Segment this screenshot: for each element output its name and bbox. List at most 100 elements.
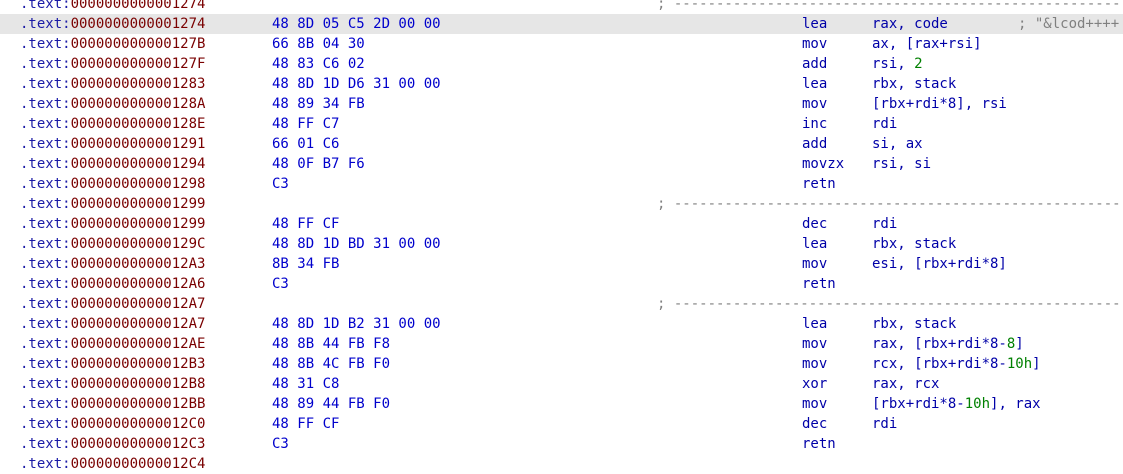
address[interactable]: .text:00000000000012BB (20, 394, 205, 414)
listing-row[interactable]: .text:0000000000001298 C3 retn (0, 174, 1123, 194)
address-offset: 000000000000127B (70, 36, 206, 52)
address[interactable]: .text:0000000000001291 (20, 134, 205, 154)
instruction-operands[interactable]: esi, [rbx+rdi*8] (872, 254, 1007, 274)
address[interactable]: .text:0000000000001299 (20, 194, 205, 214)
instruction-mnemonic[interactable]: lea (802, 314, 827, 334)
instruction-mnemonic[interactable]: mov (802, 34, 827, 54)
instruction-mnemonic[interactable]: lea (802, 14, 827, 34)
instruction-mnemonic[interactable]: lea (802, 234, 827, 254)
instruction-operands[interactable]: si, ax (872, 134, 923, 154)
instruction-mnemonic[interactable]: mov (802, 94, 827, 114)
instruction-mnemonic[interactable]: inc (802, 114, 827, 134)
address[interactable]: .text:000000000000127B (20, 34, 205, 54)
instruction-mnemonic[interactable]: mov (802, 354, 827, 374)
instruction-operands[interactable]: rbx, stack (872, 234, 956, 254)
address[interactable]: .text:00000000000012B3 (20, 354, 205, 374)
address[interactable]: .text:0000000000001299 (20, 214, 205, 234)
address[interactable]: .text:0000000000001294 (20, 154, 205, 174)
instruction-operands[interactable]: [rbx+rdi*8], rsi (872, 94, 1007, 114)
instruction-operands[interactable]: [rbx+rdi*8-10h], rax (872, 394, 1041, 414)
segment-name: .text: (20, 376, 71, 392)
address[interactable]: .text:0000000000001298 (20, 174, 205, 194)
operand-text: rsi, si (872, 156, 932, 172)
segment-name: .text: (20, 196, 71, 212)
listing-row[interactable]: .text:00000000000012A6 C3 retn (0, 274, 1123, 294)
instruction-operands[interactable]: rdi (872, 414, 897, 434)
listing-row[interactable]: .text:00000000000012C0 48 FF CF dec rdi (0, 414, 1123, 434)
listing-row[interactable]: .text:0000000000001274 48 8D 05 C5 2D 00 … (0, 14, 1123, 34)
instruction-mnemonic[interactable]: add (802, 54, 827, 74)
operand-text: ] (1032, 356, 1041, 372)
address[interactable]: .text:00000000000012A7 (20, 314, 205, 334)
instruction-mnemonic[interactable]: dec (802, 414, 827, 434)
opcode-bytes: 48 8D 1D B2 31 00 00 (272, 316, 441, 332)
address[interactable]: .text:00000000000012B8 (20, 374, 205, 394)
listing-row[interactable]: .text:00000000000012B3 48 8B 4C FB F0 mov r… (0, 354, 1123, 374)
address[interactable]: .text:000000000000128A (20, 94, 205, 114)
address[interactable]: .text:00000000000012A6 (20, 274, 205, 294)
instruction-operands[interactable]: rdi (872, 114, 897, 134)
instruction-operands[interactable]: rsi, 2 (872, 54, 923, 74)
listing-row[interactable]: .text:000000000000127B 66 8B 04 30 mov ax, … (0, 34, 1123, 54)
instruction-mnemonic[interactable]: mov (802, 254, 827, 274)
separator-line: ; --------------------------------------… (657, 0, 1123, 12)
instruction-operands[interactable]: rax, rcx (872, 374, 939, 394)
address-offset: 00000000000012A7 (70, 296, 206, 312)
listing-row[interactable]: .text:0000000000001294 48 0F B7 F6 movzx rs… (0, 154, 1123, 174)
listing-row[interactable]: .text:0000000000001283 48 8D 1D D6 31 00 … (0, 74, 1123, 94)
listing-row[interactable]: .text:00000000000012A7 48 8D 1D B2 31 00 … (0, 314, 1123, 334)
listing-row[interactable]: .text:00000000000012C4 (0, 454, 1123, 474)
operand-text: rbx, stack (872, 316, 957, 332)
address[interactable]: .text:0000000000001283 (20, 74, 205, 94)
operand-text: [rbx+rdi*8- (872, 396, 965, 412)
instruction-mnemonic[interactable]: retn (802, 274, 836, 294)
instruction-operands[interactable]: rbx, stack (872, 314, 956, 334)
listing-row[interactable]: .text:0000000000001274 ; ----------------… (0, 0, 1123, 14)
address[interactable]: .text:00000000000012A3 (20, 254, 205, 274)
instruction-mnemonic[interactable]: mov (802, 394, 827, 414)
instruction-operands[interactable]: rdi (872, 214, 897, 234)
instruction-mnemonic[interactable]: movzx (802, 154, 844, 174)
instruction-operands[interactable]: rax, code (872, 14, 948, 34)
address[interactable]: .text:00000000000012C4 (20, 454, 205, 474)
address[interactable]: .text:0000000000001274 (20, 0, 205, 14)
listing-row[interactable]: .text:00000000000012AE 48 8B 44 FB F8 mov r… (0, 334, 1123, 354)
instruction-mnemonic[interactable]: xor (802, 374, 827, 394)
instruction-operands[interactable]: rbx, stack (872, 74, 956, 94)
listing-row[interactable]: .text:0000000000001299 48 FF CF dec rdi (0, 214, 1123, 234)
address[interactable]: .text:00000000000012C3 (20, 434, 205, 454)
instruction-operands[interactable]: rax, [rbx+rdi*8-8] (872, 334, 1024, 354)
instruction-mnemonic[interactable]: add (802, 134, 827, 154)
listing-row[interactable]: .text:000000000000128E 48 FF C7 inc rdi (0, 114, 1123, 134)
listing-row[interactable]: .text:00000000000012A3 8B 34 FB mov esi, [r… (0, 254, 1123, 274)
address[interactable]: .text:000000000000127F (20, 54, 205, 74)
listing-row[interactable]: .text:000000000000128A 48 89 34 FB mov [rbx… (0, 94, 1123, 114)
instruction-operands[interactable]: rsi, si (872, 154, 931, 174)
address[interactable]: .text:00000000000012A7 (20, 294, 205, 314)
operand-text: rcx, [rbx+rdi*8- (872, 356, 1007, 372)
instruction-mnemonic[interactable]: retn (802, 174, 836, 194)
opcode-bytes: C3 (272, 436, 289, 452)
listing-row[interactable]: .text:00000000000012C3 C3 retn (0, 434, 1123, 454)
disassembly-listing[interactable]: .text:0000000000001274 ; ----------------… (0, 0, 1123, 472)
listing-row[interactable]: .text:00000000000012B8 48 31 C8 xor rax, rc… (0, 374, 1123, 394)
address[interactable]: .text:0000000000001274 (20, 14, 205, 34)
instruction-mnemonic[interactable]: retn (802, 434, 836, 454)
instruction-mnemonic[interactable]: lea (802, 74, 827, 94)
listing-row[interactable]: .text:00000000000012BB 48 89 44 FB F0 mov [… (0, 394, 1123, 414)
address[interactable]: .text:000000000000129C (20, 234, 205, 254)
instruction-mnemonic[interactable]: mov (802, 334, 827, 354)
instruction-operands[interactable]: rcx, [rbx+rdi*8-10h] (872, 354, 1041, 374)
instruction-mnemonic[interactable]: dec (802, 214, 827, 234)
listing-row[interactable]: .text:000000000000127F 48 83 C6 02 add rsi,… (0, 54, 1123, 74)
listing-row[interactable]: .text:000000000000129C 48 8D 1D BD 31 00 … (0, 234, 1123, 254)
segment-name: .text: (20, 436, 71, 452)
address[interactable]: .text:00000000000012AE (20, 334, 205, 354)
listing-row[interactable]: .text:0000000000001291 66 01 C6 add si, ax (0, 134, 1123, 154)
address[interactable]: .text:000000000000128E (20, 114, 205, 134)
operand-text: si, ax (872, 136, 923, 152)
listing-row[interactable]: .text:0000000000001299 ; ----------------… (0, 194, 1123, 214)
listing-row[interactable]: .text:00000000000012A7 ; ----------------… (0, 294, 1123, 314)
address[interactable]: .text:00000000000012C0 (20, 414, 205, 434)
instruction-operands[interactable]: ax, [rax+rsi] (872, 34, 982, 54)
